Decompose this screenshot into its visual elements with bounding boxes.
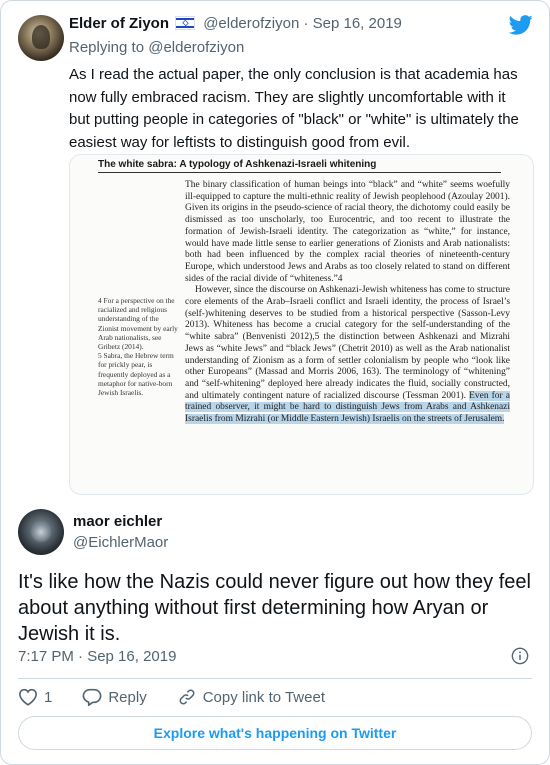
like-count: 1 [44,688,53,706]
tweet-actions: 1 Reply Copy link to Tweet [18,686,355,708]
title-divider [98,172,501,173]
paper-excerpt: The white sabra: A typology of Ashkenazi… [70,155,533,494]
tweet-embed-card: Elder of Ziyon @elderofziyon · Sep 16, 2… [0,0,550,765]
replying-to-label[interactable]: Replying to @elderofziyon [69,39,244,56]
paper-paragraph: The binary classification of human being… [185,180,510,284]
author-name[interactable]: Elder of Ziyon [69,15,169,32]
footnote: 4 For a perspective on the racialized an… [98,296,178,352]
copy-link-label: Copy link to Tweet [202,688,325,706]
author-handle[interactable]: @EichlerMaor [73,534,168,551]
tweet-timestamp[interactable]: 7:17 PM · Sep 16, 2019 [18,648,176,665]
paper-paragraph: However, since the discourse on Ashkenaz… [185,285,510,425]
israel-flag-icon [175,16,196,30]
like-button[interactable]: 1 [18,688,52,706]
avatar[interactable] [18,15,64,61]
separator-dot: · [303,15,309,32]
tweet-text: It's like how the Nazis could never figu… [18,571,531,645]
reply-label: Reply [108,688,147,706]
tweet-date[interactable]: Sep 16, 2019 [313,15,402,32]
divider [18,678,532,679]
copy-link-button[interactable]: Copy link to Tweet [177,688,325,706]
info-icon[interactable] [511,647,529,665]
paper-section-title: The white sabra: A typology of Ashkenazi… [98,159,377,170]
heart-icon [18,688,38,706]
twitter-bird-icon[interactable] [509,15,533,35]
author-name[interactable]: maor eichler [73,513,162,530]
paper-paragraph-text: However, since the discourse on Ashkenaz… [185,285,510,401]
explore-twitter-button[interactable]: Explore what's happening on Twitter [18,716,532,750]
tweet-image[interactable]: The white sabra: A typology of Ashkenazi… [69,154,534,495]
link-icon [179,689,195,705]
paper-footnotes: 4 For a perspective on the racialized an… [98,296,178,397]
quoted-tweet-text: As I read the actual paper, the only con… [69,66,519,151]
quoted-author-avatar-wrap[interactable] [18,15,64,61]
quoted-author-line: Elder of Ziyon @elderofziyon · Sep 16, 2… [69,15,402,32]
reply-bubble-icon [82,688,102,706]
author-handle[interactable]: @elderofziyon [203,15,299,32]
footnote: 5 Sabra, the Hebrew term for prickly pea… [98,351,174,398]
paper-body: The binary classification of human being… [185,180,510,426]
avatar[interactable] [18,509,64,555]
reply-button[interactable]: Reply [82,688,147,706]
